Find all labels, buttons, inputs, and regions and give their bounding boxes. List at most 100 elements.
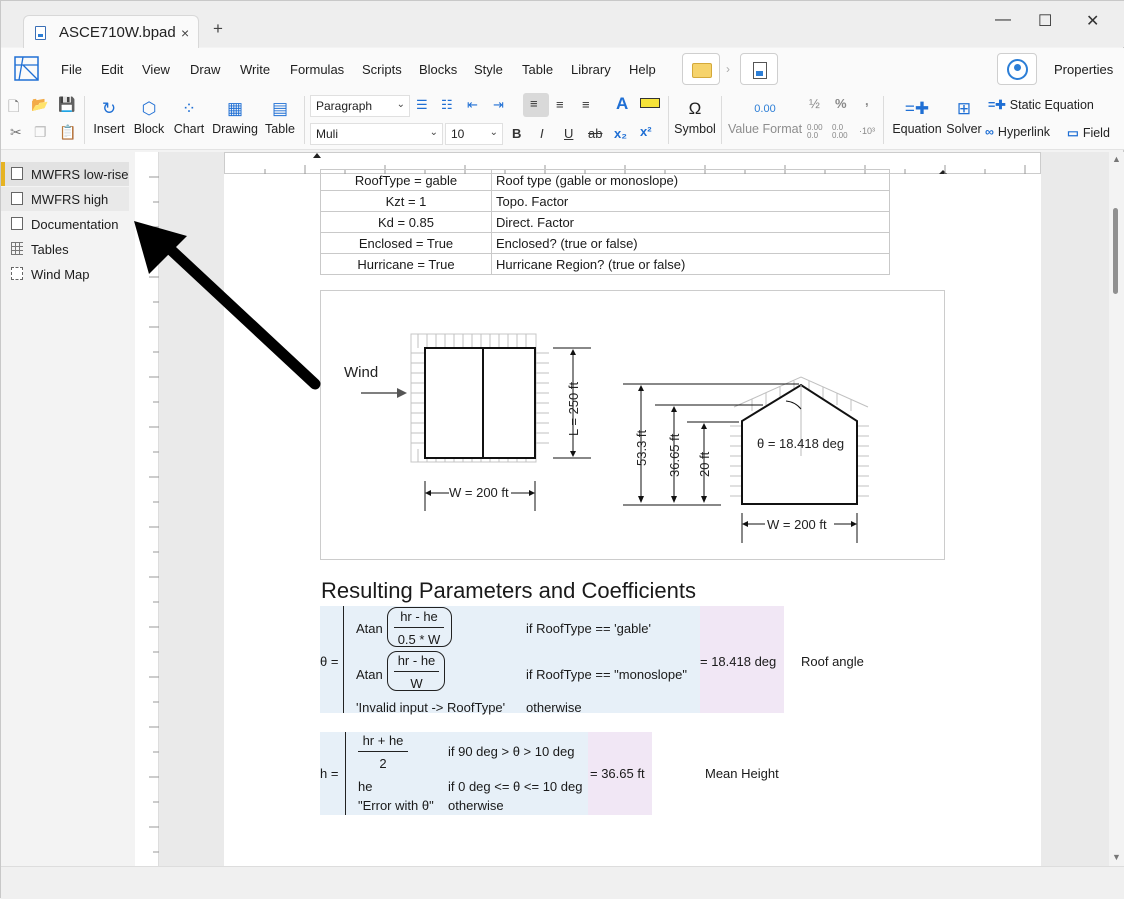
menu-table[interactable]: Table [522, 62, 553, 77]
status-bar [1, 866, 1124, 899]
align-right-icon[interactable]: ≡ [582, 97, 590, 112]
chevron-down-icon: ⌄ [396, 99, 405, 110]
equation-button[interactable]: =✚ Equation [890, 96, 944, 144]
page-icon [11, 167, 23, 180]
sidebar-item-wind-map[interactable]: Wind Map [1, 262, 129, 286]
properties-button[interactable]: Properties [1054, 62, 1113, 77]
new-tab-button[interactable]: + [213, 19, 223, 39]
paragraph-style-select[interactable]: Paragraph ⌄ [310, 95, 410, 117]
omega-icon: Ω [688, 99, 702, 118]
case-bracket [345, 732, 346, 815]
user-profile-button[interactable] [997, 53, 1037, 85]
user-avatar-icon [1007, 59, 1028, 80]
menu-help[interactable]: Help [629, 62, 656, 77]
menu-style[interactable]: Style [474, 62, 503, 77]
condition-otherwise: otherwise [526, 700, 582, 715]
open-folder-button[interactable] [682, 53, 720, 85]
outdent-icon[interactable]: ⇤ [467, 97, 478, 113]
tab-close-icon[interactable]: × [181, 25, 189, 41]
building-diagram-svg: Wind L = 250 ft W = 200 ft 53.3 ft 36.65… [344, 333, 869, 543]
case-bracket [343, 606, 344, 713]
hyperlink-button[interactable]: ∞ Hyperlink [985, 125, 1050, 139]
minimize-button[interactable]: — [995, 11, 1011, 29]
align-left-button[interactable]: ≡ [523, 93, 549, 117]
toolbar-separator [883, 96, 884, 144]
drawing-button[interactable]: ▦ Drawing [209, 96, 261, 144]
new-file-icon[interactable]: 🗋 [8, 96, 19, 120]
save-icon[interactable]: 💾 [58, 96, 75, 113]
scroll-down-icon[interactable]: ▼ [1112, 852, 1121, 862]
menu-draw[interactable]: Draw [190, 62, 220, 77]
value-format-button[interactable]: 0.00 Value Format [725, 96, 805, 144]
param-cell[interactable]: Kzt = 1 [320, 190, 492, 212]
align-center-icon[interactable]: ≡ [556, 97, 564, 112]
document-tab[interactable]: ASCE710W.bpad × [23, 15, 199, 49]
underline-button[interactable]: U [564, 126, 573, 141]
subscript-button[interactable]: x₂ [614, 126, 627, 141]
menu-formulas[interactable]: Formulas [290, 62, 344, 77]
sidebar-item-documentation[interactable]: Documentation [1, 212, 129, 236]
menu-scripts[interactable]: Scripts [362, 62, 402, 77]
bold-button[interactable]: B [512, 126, 521, 141]
building-diagram[interactable]: Wind L = 250 ft W = 200 ft 53.3 ft 36.65… [320, 290, 945, 560]
scrollbar-thumb[interactable] [1113, 208, 1118, 294]
indent-icon[interactable]: ⇥ [493, 97, 504, 113]
field-icon: ▭ [1067, 126, 1079, 140]
superscript-button[interactable]: x² [640, 124, 652, 139]
sidebar-item-tables[interactable]: Tables [1, 237, 129, 261]
fraction-icon[interactable]: ½ [809, 96, 820, 111]
static-equation-button[interactable]: =✚ Static Equation [988, 97, 1094, 112]
font-family-select[interactable]: Muli ⌄ [310, 123, 443, 145]
chart-button[interactable]: ⁘ Chart [171, 96, 207, 144]
block-button[interactable]: ⬡ Block [131, 96, 167, 144]
condition-otherwise: otherwise [448, 798, 504, 813]
maximize-button[interactable]: ☐ [1038, 11, 1052, 31]
numbered-list-icon[interactable]: ☷ [441, 97, 453, 113]
param-cell[interactable]: Hurricane = True [320, 253, 492, 275]
thousands-separator-icon[interactable]: , [865, 93, 869, 108]
field-button[interactable]: ▭ Field [1067, 125, 1110, 140]
cut-icon[interactable]: ✂ [10, 124, 22, 141]
decimal-decrease-icon[interactable]: 0.0 0.00 [832, 124, 848, 140]
font-color-icon[interactable]: A [616, 94, 628, 114]
menu-library[interactable]: Library [571, 62, 611, 77]
strikethrough-button[interactable]: ab [588, 126, 602, 141]
scroll-up-icon[interactable]: ▲ [1112, 154, 1121, 164]
paste-icon[interactable]: 📋 [59, 124, 76, 141]
menu-edit[interactable]: Edit [101, 62, 123, 77]
highlight-icon[interactable] [640, 98, 660, 108]
document-page[interactable]: RoofType = gable Roof type (gable or mono… [224, 169, 1041, 866]
param-cell[interactable]: Enclosed = True [320, 232, 492, 254]
open-file-icon[interactable]: 📂 [31, 96, 48, 113]
symbol-button[interactable]: Ω Symbol [673, 96, 717, 144]
h-lhs: h = [320, 766, 339, 781]
param-cell[interactable]: RoofType = gable [320, 169, 492, 191]
insert-button[interactable]: ↻ Insert [91, 96, 127, 144]
theta-description: Roof angle [801, 654, 864, 669]
param-cell[interactable]: Kd = 0.85 [320, 211, 492, 233]
length-label: L = 250 ft [566, 382, 581, 436]
h-description: Mean Height [705, 766, 779, 781]
sidebar-item-mwfrs-low-rise[interactable]: MWFRS low-rise [1, 162, 129, 186]
scientific-notation-icon[interactable]: ·10³ [859, 126, 875, 136]
menu-view[interactable]: View [142, 62, 170, 77]
sidebar-item-mwfrs-high[interactable]: MWFRS high [1, 187, 129, 211]
italic-button[interactable]: I [540, 126, 544, 141]
percent-icon[interactable]: % [835, 96, 847, 111]
table-row: Kzt = 1 Topo. Factor [320, 190, 890, 212]
document-nav-button[interactable] [740, 53, 778, 85]
font-size-select[interactable]: 10 ⌄ [445, 123, 503, 145]
sidebar: MWFRS low-rise MWFRS high Documentation … [1, 151, 129, 867]
solver-button[interactable]: ⊞ Solver [945, 96, 983, 144]
menu-file[interactable]: File [61, 62, 82, 77]
menu-blocks[interactable]: Blocks [419, 62, 457, 77]
bullet-list-icon[interactable]: ☰ [416, 97, 428, 113]
wind-label: Wind [344, 364, 378, 381]
menu-write[interactable]: Write [240, 62, 270, 77]
section-title: Resulting Parameters and Coefficients [321, 578, 697, 603]
vertical-scrollbar[interactable]: ▲ ▼ [1109, 152, 1124, 866]
close-window-button[interactable]: ✕ [1086, 11, 1099, 31]
table-button[interactable]: ▤ Table [263, 96, 297, 144]
copy-icon[interactable]: ❐ [34, 124, 47, 141]
decimal-increase-icon[interactable]: 0.00 0.0 [807, 124, 823, 140]
